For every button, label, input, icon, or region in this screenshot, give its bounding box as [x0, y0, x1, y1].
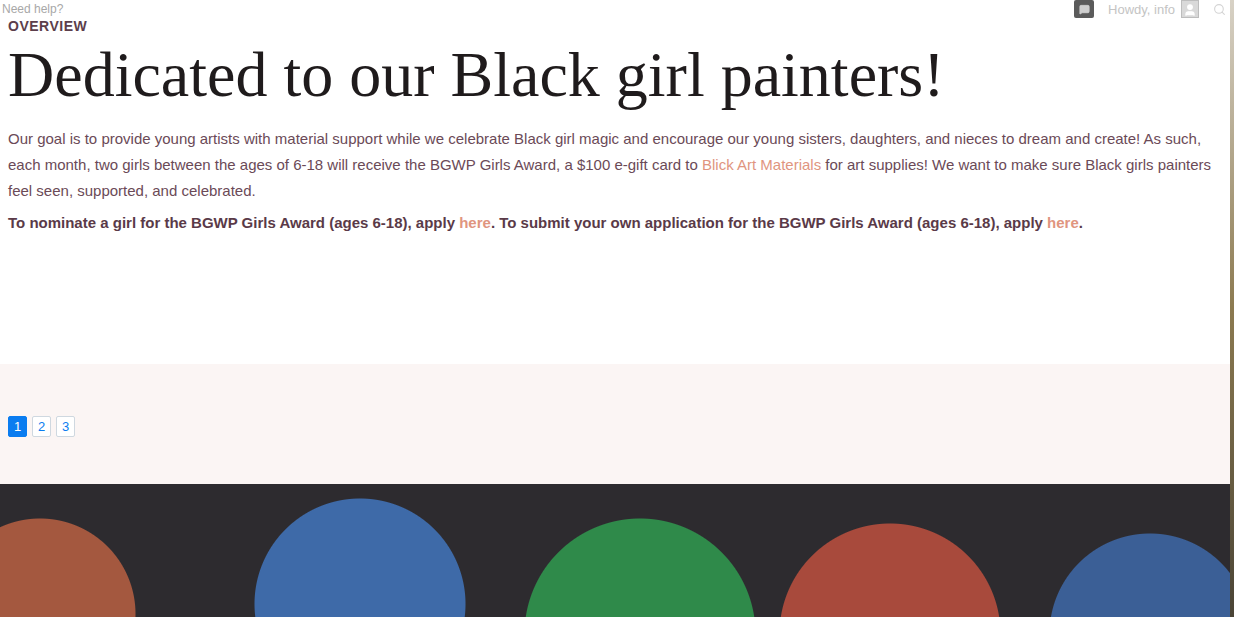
overview-content: OVERVIEW Dedicated to our Black girl pain… — [0, 18, 1230, 236]
page-button[interactable]: 1 — [8, 416, 27, 437]
page-content: Need help? Howdy, infoOVERVIEW Dedicated t… — [0, 0, 1230, 617]
comment-icon[interactable] — [1074, 0, 1094, 18]
search-icon[interactable] — [1213, 3, 1226, 16]
section-label: OVERVIEW — [8, 18, 1222, 34]
admin-actions: Howdy, info — [1074, 0, 1226, 18]
admin-bar: Need help? Howdy, info — [0, 0, 1230, 18]
account-menu[interactable]: Howdy, info — [1108, 0, 1199, 18]
greeting: Howdy, info — [1108, 2, 1175, 17]
pagination: 123 — [8, 416, 75, 437]
intro-paragraph: Our goal is to provide young artists wit… — [8, 126, 1222, 204]
paint-photo — [0, 484, 1230, 617]
text-link[interactable]: here — [1047, 214, 1079, 231]
page-title: Dedicated to our Black girl painters! — [8, 38, 1222, 112]
overview-section: Need help? Howdy, infoOVERVIEW Dedicated t… — [0, 0, 1230, 364]
text-link[interactable]: here — [459, 214, 491, 231]
page-button[interactable]: 2 — [32, 416, 51, 437]
help-link[interactable]: Need help? — [2, 2, 63, 16]
apply-paragraph: To nominate a girl for the BGWP Girls Aw… — [8, 210, 1222, 236]
page-button[interactable]: 3 — [56, 416, 75, 437]
avatar-icon — [1181, 0, 1199, 18]
page: Need help? Howdy, infoOVERVIEW Dedicated t… — [0, 0, 1234, 617]
pagination-section: 123 — [0, 364, 1230, 484]
text-link[interactable]: Blick Art Materials — [702, 156, 821, 173]
background-edge — [1230, 0, 1234, 617]
